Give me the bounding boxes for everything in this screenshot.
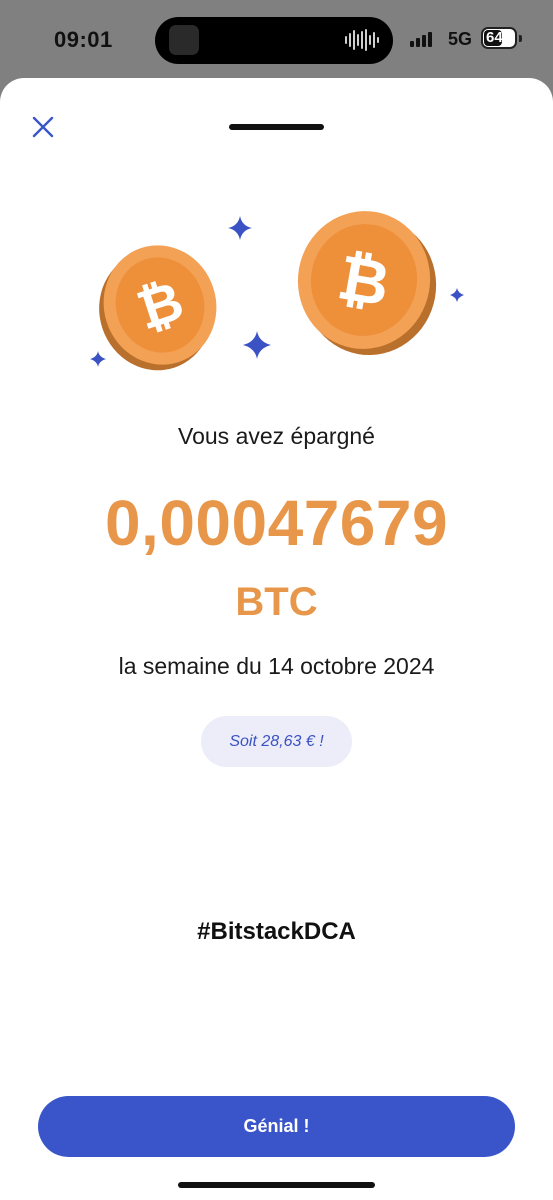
bitcoin-coin-icon: ₿ <box>99 245 217 371</box>
sparkle-icon <box>228 216 252 240</box>
battery-percent: 64 <box>486 29 503 46</box>
week-period: la semaine du 14 octobre 2024 <box>118 653 435 679</box>
hashtag: #BitstackDCA <box>197 918 356 945</box>
battery-icon: 64 <box>481 27 517 49</box>
status-bar: 09:01 5G 64 <box>0 0 553 80</box>
bitcoin-coins-illustration: ₿ ₿ <box>90 211 464 371</box>
btc-unit: BTC <box>235 580 318 624</box>
confirm-button[interactable]: Génial ! <box>38 1096 515 1157</box>
sheet-grabber[interactable] <box>229 124 324 130</box>
battery-tip <box>519 35 522 42</box>
close-icon <box>32 116 54 138</box>
bitcoin-coin-icon: ₿ <box>297 211 437 356</box>
fiat-value-badge: Soit 28,63 € ! <box>201 716 352 767</box>
cellular-signal-icon <box>410 31 432 47</box>
close-button[interactable] <box>28 112 58 142</box>
sparkle-icon <box>243 331 271 359</box>
home-indicator[interactable] <box>178 1182 375 1188</box>
sparkle-icon <box>450 288 464 302</box>
audio-waveform-icon <box>345 29 379 51</box>
status-time: 09:01 <box>54 27 113 52</box>
btc-amount: 0,00047679 <box>104 487 449 559</box>
sparkle-icon <box>90 351 106 367</box>
network-type: 5G <box>448 29 473 49</box>
dynamic-island[interactable] <box>155 17 393 64</box>
saved-label: Vous avez épargné <box>178 423 375 449</box>
now-playing-thumbnail <box>169 25 199 55</box>
savings-sheet: ₿ ₿ Vous avez épargné 0,00047679 BTC la … <box>0 78 553 1200</box>
